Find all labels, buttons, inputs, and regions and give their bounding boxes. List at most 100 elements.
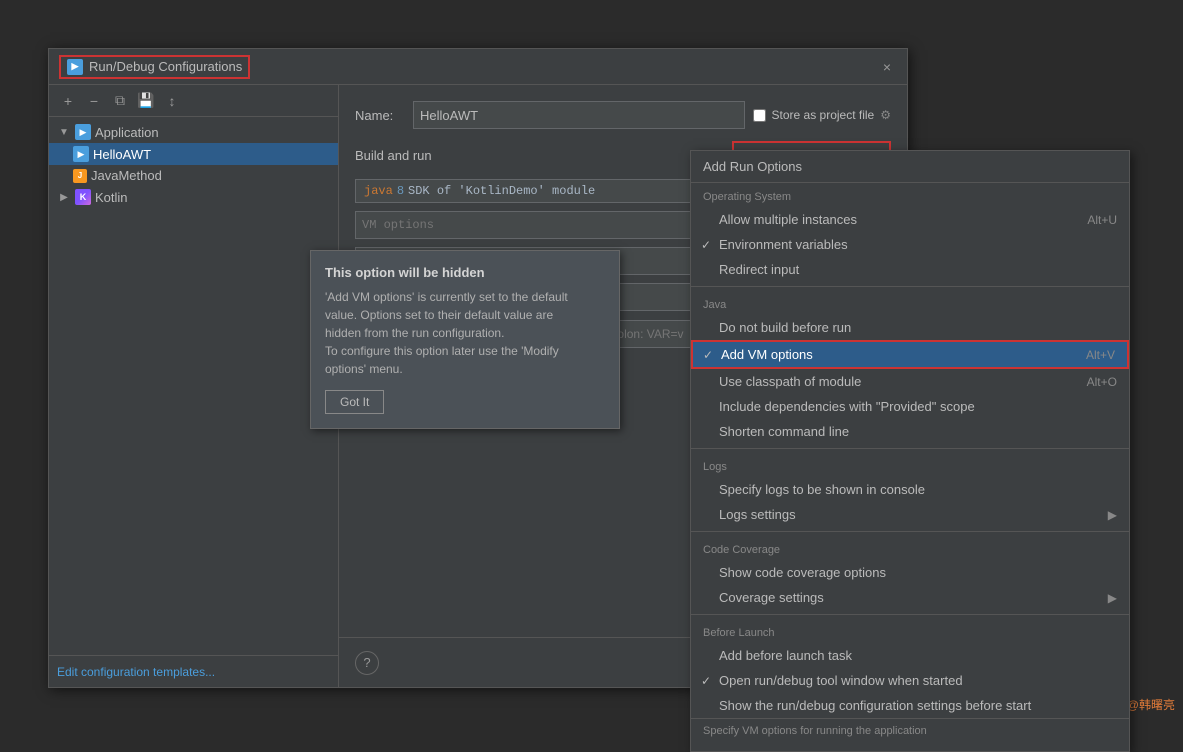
dropdown-add-vm-label: Add VM options bbox=[721, 347, 813, 362]
dropdown-add-before-launch[interactable]: Add before launch task bbox=[691, 643, 1129, 668]
dropdown-show-settings-before[interactable]: Show the run/debug configuration setting… bbox=[691, 693, 1129, 718]
store-checkbox-row: Store as project file ⚙ bbox=[753, 108, 891, 122]
edit-templates-link[interactable]: Edit configuration templates... bbox=[57, 665, 215, 679]
tree-helloawt-item[interactable]: ▶ HelloAWT bbox=[49, 143, 338, 165]
save-config-button[interactable]: 💾 bbox=[135, 90, 157, 112]
dropdown-allow-multiple[interactable]: Allow multiple instances Alt+U bbox=[691, 207, 1129, 232]
env-vars-check: ✓ bbox=[701, 238, 711, 252]
title-highlight-box: ▶ Run/Debug Configurations bbox=[59, 55, 250, 79]
dropdown-shorten-cmd-label: Shorten command line bbox=[719, 424, 849, 439]
add-vm-check: ✓ bbox=[703, 348, 713, 362]
dropdown-add-before-launch-label: Add before launch task bbox=[719, 648, 852, 663]
dropdown-open-tool-window[interactable]: ✓ Open run/debug tool window when starte… bbox=[691, 668, 1129, 693]
config-panel: + − ⧉ 💾 ↕ ▼ ▶ Application ▶ HelloAWT J bbox=[49, 85, 339, 687]
tree-arrow-app: ▼ bbox=[57, 125, 71, 139]
tree-application-label: Application bbox=[95, 125, 159, 140]
dropdown-no-build-label: Do not build before run bbox=[719, 320, 851, 335]
dropdown-coverage-settings-label: Coverage settings bbox=[719, 590, 824, 605]
kotlin-icon: K bbox=[75, 189, 91, 205]
logs-section-title: Logs bbox=[691, 453, 1129, 477]
config-footer: Edit configuration templates... bbox=[49, 655, 338, 687]
dropdown-open-tool-window-label: Open run/debug tool window when started bbox=[719, 673, 963, 688]
name-row: Name: Store as project file ⚙ bbox=[355, 101, 891, 129]
dropdown-divider-4 bbox=[691, 614, 1129, 615]
dropdown-env-vars-label: Environment variables bbox=[719, 237, 848, 252]
remove-config-button[interactable]: − bbox=[83, 90, 105, 112]
move-config-button[interactable]: ↕ bbox=[161, 90, 183, 112]
os-section-title: Operating System bbox=[691, 183, 1129, 207]
dropdown-menu: Add Run Options Operating System Allow m… bbox=[690, 150, 1130, 752]
dropdown-use-classpath[interactable]: Use classpath of module Alt+O bbox=[691, 369, 1129, 394]
help-button[interactable]: ? bbox=[355, 651, 379, 675]
dropdown-redirect-label: Redirect input bbox=[719, 262, 799, 277]
dropdown-include-deps[interactable]: Include dependencies with "Provided" sco… bbox=[691, 394, 1129, 419]
dropdown-show-coverage-label: Show code coverage options bbox=[719, 565, 886, 580]
config-tree: ▼ ▶ Application ▶ HelloAWT J JavaMethod … bbox=[49, 117, 338, 655]
dropdown-shorten-cmd[interactable]: Shorten command line bbox=[691, 419, 1129, 444]
tree-javamethod-label: JavaMethod bbox=[91, 168, 162, 183]
tooltip-line1: 'Add VM options' is currently set to the… bbox=[325, 290, 568, 304]
tree-javamethod-item[interactable]: J JavaMethod bbox=[49, 165, 338, 186]
dropdown-divider-3 bbox=[691, 531, 1129, 532]
tree-kotlin-group[interactable]: ▶ K Kotlin bbox=[49, 186, 338, 208]
build-run-label: Build and run bbox=[355, 148, 432, 163]
got-it-button[interactable]: Got It bbox=[325, 390, 384, 414]
dropdown-logs-settings[interactable]: Logs settings ▶ bbox=[691, 502, 1129, 527]
name-label: Name: bbox=[355, 108, 405, 123]
javamethod-icon: J bbox=[73, 169, 87, 183]
dropdown-specify-logs[interactable]: Specify logs to be shown in console bbox=[691, 477, 1129, 502]
tooltip-title: This option will be hidden bbox=[325, 265, 605, 280]
dropdown-allow-multiple-label: Allow multiple instances bbox=[719, 212, 857, 227]
dropdown-specify-logs-label: Specify logs to be shown in console bbox=[719, 482, 925, 497]
tooltip-line4: To configure this option later use the '… bbox=[325, 344, 559, 358]
store-label: Store as project file bbox=[772, 108, 875, 122]
tree-application-group[interactable]: ▼ ▶ Application bbox=[49, 121, 338, 143]
sdk-version: 8 bbox=[397, 184, 404, 198]
allow-multiple-shortcut: Alt+U bbox=[1087, 213, 1117, 227]
coverage-section-title: Code Coverage bbox=[691, 536, 1129, 560]
tooltip-line3: hidden from the run configuration. bbox=[325, 326, 504, 340]
dialog-titlebar: ▶ Run/Debug Configurations × bbox=[49, 49, 907, 85]
tree-kotlin-label: Kotlin bbox=[95, 190, 128, 205]
coverage-settings-arrow: ▶ bbox=[1108, 591, 1117, 605]
copy-config-button[interactable]: ⧉ bbox=[109, 90, 131, 112]
java-section-title: Java bbox=[691, 291, 1129, 315]
dropdown-use-classpath-label: Use classpath of module bbox=[719, 374, 861, 389]
add-vm-shortcut: Alt+V bbox=[1086, 348, 1115, 362]
dropdown-no-build[interactable]: Do not build before run bbox=[691, 315, 1129, 340]
dropdown-show-coverage[interactable]: Show code coverage options bbox=[691, 560, 1129, 585]
app-icon: ▶ bbox=[75, 124, 91, 140]
tooltip-popup: This option will be hidden 'Add VM optio… bbox=[310, 250, 620, 429]
dialog-title-icon: ▶ bbox=[67, 59, 83, 75]
sdk-text: SDK of 'KotlinDemo' module bbox=[408, 184, 595, 198]
dropdown-logs-settings-label: Logs settings bbox=[719, 507, 796, 522]
store-checkbox[interactable] bbox=[753, 109, 766, 122]
logs-settings-arrow: ▶ bbox=[1108, 508, 1117, 522]
dropdown-footer: Specify VM options for running the appli… bbox=[691, 718, 1129, 743]
tooltip-body: 'Add VM options' is currently set to the… bbox=[325, 288, 605, 378]
dropdown-divider-1 bbox=[691, 286, 1129, 287]
dropdown-redirect-input[interactable]: Redirect input bbox=[691, 257, 1129, 282]
dropdown-divider-2 bbox=[691, 448, 1129, 449]
sdk-java-keyword: java bbox=[364, 184, 393, 198]
name-input[interactable] bbox=[413, 101, 745, 129]
config-toolbar: + − ⧉ 💾 ↕ bbox=[49, 85, 338, 117]
tooltip-line2: value. Options set to their default valu… bbox=[325, 308, 553, 322]
dropdown-include-deps-label: Include dependencies with "Provided" sco… bbox=[719, 399, 975, 414]
store-settings-icon: ⚙ bbox=[880, 108, 891, 122]
helloawt-icon: ▶ bbox=[73, 146, 89, 162]
open-tool-window-check: ✓ bbox=[701, 674, 711, 688]
dropdown-header: Add Run Options bbox=[691, 151, 1129, 183]
dropdown-show-settings-label: Show the run/debug configuration setting… bbox=[719, 698, 1031, 713]
dialog-title-text: Run/Debug Configurations bbox=[89, 59, 242, 74]
tooltip-line5: options' menu. bbox=[325, 362, 403, 376]
tree-arrow-kotlin: ▶ bbox=[57, 190, 71, 204]
dropdown-coverage-settings[interactable]: Coverage settings ▶ bbox=[691, 585, 1129, 610]
close-button[interactable]: × bbox=[877, 57, 897, 77]
add-config-button[interactable]: + bbox=[57, 90, 79, 112]
dropdown-add-vm[interactable]: ✓ Add VM options Alt+V bbox=[691, 340, 1129, 369]
use-classpath-shortcut: Alt+O bbox=[1087, 375, 1117, 389]
dropdown-env-vars[interactable]: ✓ Environment variables bbox=[691, 232, 1129, 257]
tree-helloawt-label: HelloAWT bbox=[93, 147, 151, 162]
before-launch-section-title: Before Launch bbox=[691, 619, 1129, 643]
